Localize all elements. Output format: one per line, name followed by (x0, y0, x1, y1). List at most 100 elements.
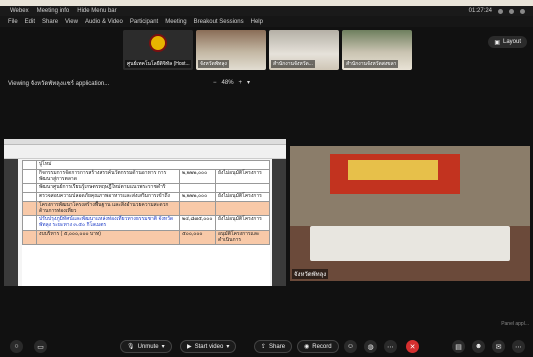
menu-bar: File Edit Share View Audio & Video Parti… (0, 16, 533, 27)
meeting-timer: 01:27:24 (468, 8, 492, 14)
table-cell: อนุมัติโครงการและดำเนินการ (215, 229, 270, 246)
table-cell: งบบริหาร ( ๕,๐๐๐,๐๐๐ บาท) (36, 229, 180, 246)
meeting-controls: ○ ▭ 🎙 Unmute ▾ ▶ Start video ▾ ⇪ Share ◉… (0, 337, 533, 357)
video-backdrop-emblem (348, 160, 438, 180)
webex-window: Webex Meeting info Hide Menu bar 01:27:2… (0, 0, 533, 357)
chat-panel-icon[interactable]: ✉ (492, 340, 505, 353)
table-cell: โครงการพัฒนาโครงสร้างพื้นฐาน และสิ่งอำนว… (36, 200, 180, 217)
app-name: Webex (10, 8, 29, 14)
shared-screen[interactable]: ปูโหม่ กิจกรรมการจัดการการสร้างสรรค์นวัต… (4, 139, 286, 286)
table-row: ตรวจสอบความปลอดภัยคุณภาพอาหารและส่งเสริม… (22, 192, 270, 202)
start-video-label: Start video (194, 343, 224, 350)
more-options-icon[interactable]: ⋯ (384, 340, 397, 353)
menu-view[interactable]: View (65, 19, 78, 25)
shared-app-toolbar (4, 145, 286, 159)
title-bar: Webex Meeting info Hide Menu bar 01:27:2… (0, 6, 533, 16)
participant-thumb-3[interactable]: สำนักงานจังหวัด... (269, 30, 339, 70)
unmute-button[interactable]: 🎙 Unmute ▾ (120, 340, 172, 353)
viewing-text: Viewing จังหวัดพัทลุงแชร์ application... (8, 80, 110, 87)
end-call-button[interactable]: ✕ (406, 340, 419, 353)
record-label: Record (312, 343, 332, 350)
table-cell (215, 200, 270, 217)
people-icon[interactable]: ☻ (472, 340, 485, 353)
participant-name: สำนักงานจังหวัด... (271, 60, 315, 68)
table-cell (215, 183, 270, 193)
layout-icon: ▣ (494, 39, 500, 46)
participant-thumb-2[interactable]: จังหวัดพัทลุง (196, 30, 266, 70)
participant-name: จังหวัดพัทลุง (198, 60, 229, 68)
table-row: กิจกรรมการจัดการการสร้างสรรค์นวัตกรรมด้า… (22, 168, 270, 185)
table-cell (179, 183, 216, 193)
reactions-button[interactable]: ☺ (344, 340, 357, 353)
share-label: Share (269, 343, 286, 350)
chat-icon[interactable]: ▭ (34, 340, 47, 353)
menu-file[interactable]: File (8, 19, 18, 25)
shared-document: ปูโหม่ กิจกรรมการจัดการการสร้างสรรค์นวัต… (22, 160, 270, 286)
viewing-bar: Viewing จังหวัดพัทลุงแชร์ application...… (0, 77, 533, 88)
active-speaker-video[interactable]: จังหวัดพัทลุง (290, 146, 530, 281)
chevron-down-icon: ▾ (226, 344, 230, 350)
menu-meeting[interactable]: Meeting (165, 19, 186, 25)
share-button[interactable]: ⇪ Share (254, 340, 293, 353)
video-table (310, 226, 510, 261)
apps-icon[interactable]: ◍ (364, 340, 377, 353)
menu-share[interactable]: Share (42, 19, 58, 25)
video-off-icon: ▶ (187, 344, 192, 350)
table-row: งบบริหาร ( ๕,๐๐๐,๐๐๐ บาท) ๕๐๐,๐๐๐ อนุมัต… (22, 229, 270, 246)
hide-menu-bar-link[interactable]: Hide Menu bar (77, 8, 116, 14)
table-row: พัฒนาศูนย์การเรียนรู้เกษตรทฤษฎีใหม่ตามแน… (22, 183, 270, 193)
table-cell: ๕๐๐,๐๐๐ (179, 229, 216, 246)
menu-audio-video[interactable]: Audio & Video (85, 19, 123, 25)
menu-help[interactable]: Help (251, 19, 263, 25)
table-cell: ตรวจสอบความปลอดภัยคุณภาพอาหารและส่งเสริม… (36, 192, 180, 202)
table-cell: ยังไม่อนุมัติโครงการ (215, 192, 270, 202)
layout-label: Layout (502, 39, 521, 45)
table-cell: ๒,๒๒๒,๐๐๐ (179, 192, 216, 202)
meeting-info-link[interactable]: Meeting info (37, 8, 70, 14)
record-button[interactable]: ◉ Record (297, 340, 339, 353)
participant-thumb-4[interactable]: สำนักงานจังหวัดสงขลา (342, 30, 412, 70)
menu-participant[interactable]: Participant (130, 19, 158, 25)
menu-edit[interactable]: Edit (25, 19, 35, 25)
shared-left-pane (4, 159, 18, 286)
table-cell: ๒๔,๘๗๕,๐๐๐ (179, 215, 216, 231)
shared-right-pane (272, 159, 286, 286)
panel-note: Panel appl... (501, 321, 529, 327)
zoom-controls: − 48% + ▾ (213, 79, 250, 87)
video-participant-name: จังหวัดพัทลุง (292, 269, 329, 279)
zoom-in-icon[interactable]: + (239, 80, 243, 86)
participant-thumb-host[interactable]: ศูนย์เทคโนโลยีดิจิทัล (Host... (123, 30, 193, 70)
table-cell: ยังไม่อนุมัติโครงการ (215, 168, 270, 185)
table-cell: พัฒนาศูนย์การเรียนรู้เกษตรทฤษฎีใหม่ตามแน… (36, 183, 180, 193)
start-video-button[interactable]: ▶ Start video ▾ (180, 340, 237, 353)
reactions-icon[interactable]: ○ (10, 340, 23, 353)
record-icon: ◉ (304, 344, 310, 350)
budget-table: ปูโหม่ กิจกรรมการจัดการการสร้างสรรค์นวัต… (22, 160, 270, 246)
table-cell: ๒,๒๒๒,๐๐๐ (179, 168, 216, 185)
table-row: โครงการพัฒนาโครงสร้างพื้นฐาน และสิ่งอำนว… (22, 200, 270, 217)
organization-logo-icon (149, 34, 167, 52)
table-cell: ปรับปรุงภูมิทัศน์และพัฒนาแหล่งท่องเที่ยว… (36, 215, 180, 231)
participants-icon[interactable]: ▤ (452, 340, 465, 353)
window-control-icon[interactable] (520, 8, 525, 14)
table-cell: กิจกรรมการจัดการการสร้างสรรค์นวัตกรรมด้า… (36, 168, 180, 185)
table-cell: ยังไม่อนุมัติโครงการ (215, 215, 270, 231)
table-row: ปูโหม่ (22, 160, 270, 170)
zoom-dropdown-icon[interactable]: ▾ (247, 79, 250, 86)
zoom-level: 48% (221, 79, 234, 86)
participant-name: ศูนย์เทคโนโลยีดิจิทัล (Host... (125, 60, 191, 68)
unmute-label: Unmute (137, 343, 159, 350)
participant-strip: ศูนย์เทคโนโลยีดิจิทัล (Host... จังหวัดพั… (123, 30, 412, 70)
menu-breakout[interactable]: Breakout Sessions (194, 19, 244, 25)
microphone-muted-icon: 🎙 (127, 344, 135, 350)
layout-button[interactable]: ▣ Layout (488, 36, 527, 48)
status-icon (498, 8, 503, 14)
table-row: ปรับปรุงภูมิทัศน์และพัฒนาแหล่งท่องเที่ยว… (22, 215, 270, 231)
more-panels-icon[interactable]: ⋯ (512, 340, 525, 353)
participant-name: สำนักงานจังหวัดสงขลา (344, 60, 399, 68)
table-cell (179, 200, 216, 217)
zoom-out-icon[interactable]: − (213, 80, 217, 86)
table-cell: ปูโหม่ (36, 160, 270, 170)
chevron-down-icon: ▾ (161, 344, 165, 350)
settings-icon[interactable] (509, 8, 514, 14)
